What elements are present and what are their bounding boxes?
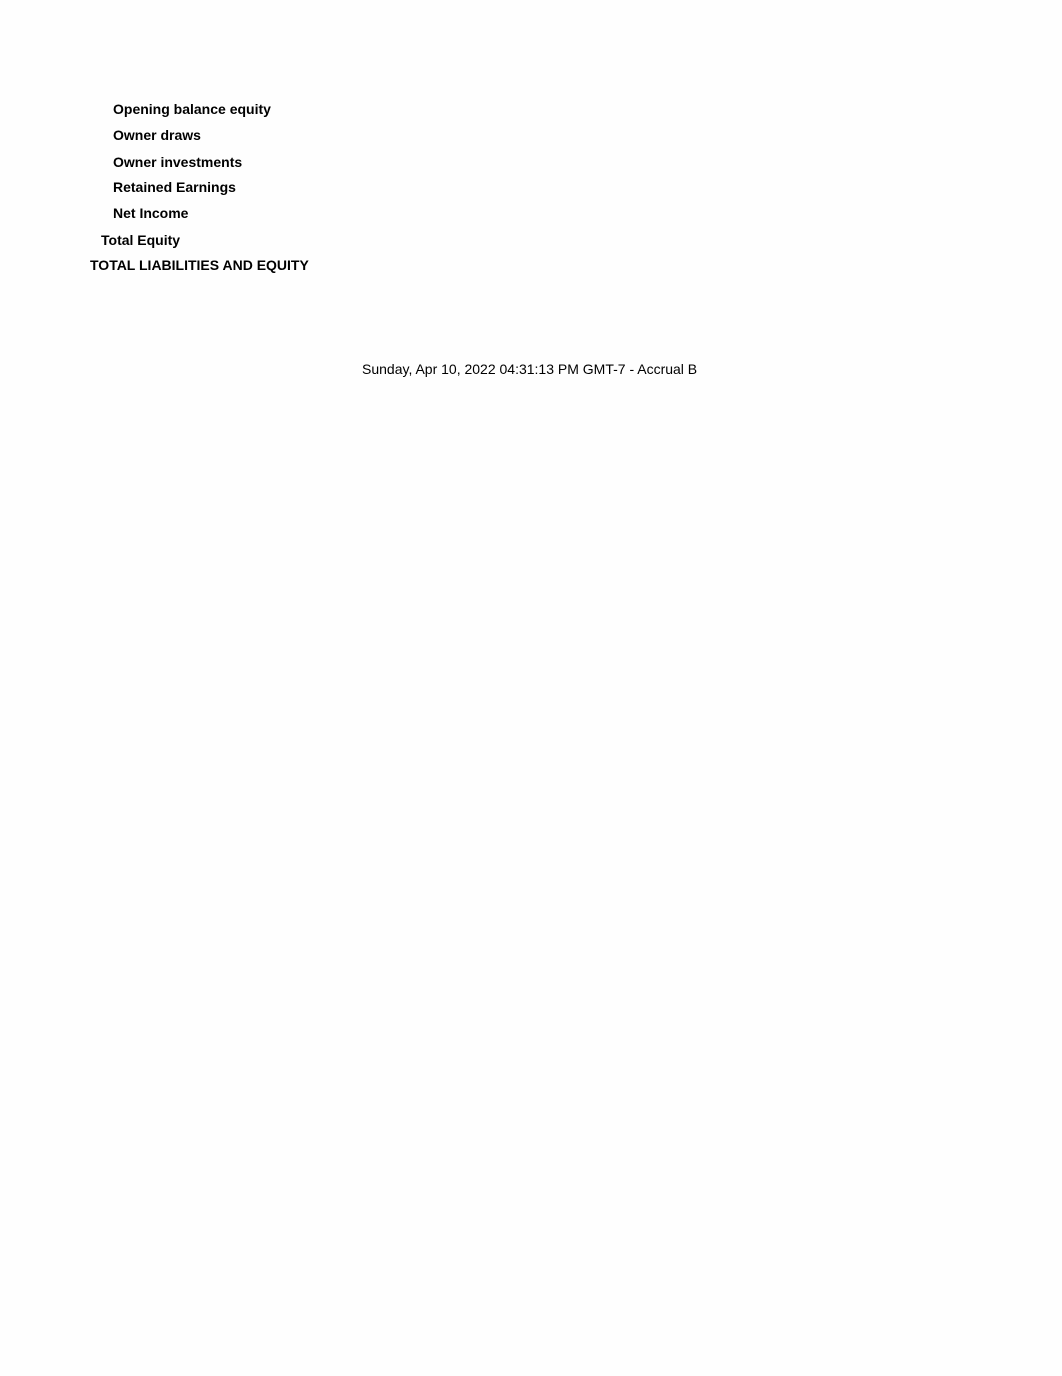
row-total-liabilities-and-equity: TOTAL LIABILITIES AND EQUITY — [90, 257, 309, 273]
row-retained-earnings: Retained Earnings — [113, 179, 236, 195]
row-owner-draws: Owner draws — [113, 127, 201, 143]
row-net-income: Net Income — [113, 205, 189, 221]
row-owner-investments: Owner investments — [113, 154, 243, 170]
report-footer-timestamp: Sunday, Apr 10, 2022 04:31:13 PM GMT-7 -… — [362, 361, 698, 377]
row-opening-balance-equity: Opening balance equity — [113, 101, 271, 117]
row-total-equity: Total Equity — [101, 232, 181, 248]
report-page: Opening balance equity Owner draws Owner… — [0, 0, 1062, 1376]
